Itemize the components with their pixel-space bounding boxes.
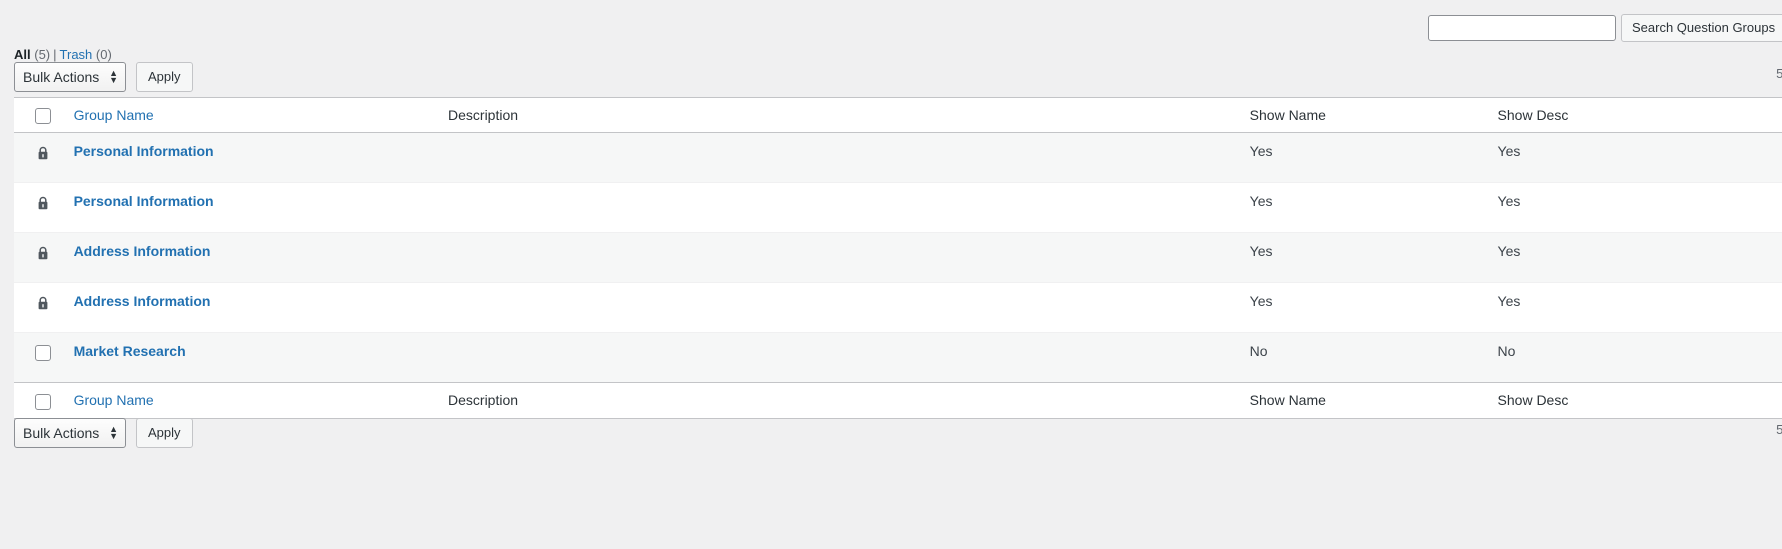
row-lock-cell xyxy=(14,233,64,283)
lock-icon xyxy=(35,145,51,161)
row-lock-cell xyxy=(14,283,64,333)
group-name-link[interactable]: Address Information xyxy=(74,243,211,259)
cell-group-name: Personal Information xyxy=(64,183,438,233)
select-all-checkbox-top[interactable] xyxy=(35,108,51,125)
select-all-checkbox-bottom[interactable] xyxy=(35,393,51,410)
group-name-link[interactable]: Address Information xyxy=(74,293,211,309)
sort-link-group-name-footer[interactable]: Group Name xyxy=(74,392,154,408)
cell-description xyxy=(438,133,1240,183)
view-count-all: (5) xyxy=(34,47,51,62)
bulk-action-select-wrap-top: Bulk Actions ▲ ▼ xyxy=(14,62,126,92)
lock-icon xyxy=(35,195,51,211)
table-row: Personal Information Yes Yes xyxy=(14,182,1782,233)
cell-show-name: Yes xyxy=(1249,293,1273,310)
bulk-apply-button-bottom[interactable]: Apply xyxy=(136,418,193,448)
cell-show-name: Yes xyxy=(1249,243,1273,260)
question-groups-table: Group Name Description Show Name Show De… xyxy=(14,97,1782,419)
bulk-action-select-bottom[interactable]: Bulk Actions xyxy=(14,418,126,448)
select-all-header-bottom xyxy=(14,382,64,419)
view-item-trash: Trash (0) xyxy=(60,47,112,62)
table-head: Group Name Description Show Name Show De… xyxy=(14,97,1782,133)
cell-show-desc: Yes xyxy=(1497,143,1521,160)
cell-group-name: Address Information xyxy=(64,283,438,333)
cell-group-name: Address Information xyxy=(64,233,438,283)
column-header-show-desc: Show Desc xyxy=(1487,97,1782,133)
table-row: Personal Information Yes Yes xyxy=(14,132,1782,183)
lock-icon xyxy=(35,245,51,261)
view-separator: | xyxy=(53,47,57,62)
bulk-action-select-wrap-bottom: Bulk Actions ▲ ▼ xyxy=(14,418,126,448)
displaying-num-top: 5 items xyxy=(1776,66,1782,81)
column-header-description: Description xyxy=(438,97,1240,133)
search-box: Search Question Groups xyxy=(1428,14,1782,42)
row-select-cell xyxy=(14,333,64,383)
cell-description xyxy=(438,333,1240,383)
cell-group-name: Personal Information xyxy=(64,133,438,183)
group-name-link[interactable]: Market Research xyxy=(74,343,186,359)
bulk-action-select-top[interactable]: Bulk Actions xyxy=(14,62,126,92)
view-link-trash[interactable]: Trash xyxy=(60,47,93,62)
tablenav-top: Bulk Actions ▲▼ Apply 5 items xyxy=(14,62,1782,92)
column-footer-group-name: Group Name xyxy=(63,382,439,419)
search-input[interactable] xyxy=(1428,15,1616,41)
column-footer-description: Description xyxy=(438,382,1240,419)
cell-description xyxy=(438,183,1240,233)
cell-show-desc: No xyxy=(1497,343,1516,360)
bulk-apply-button-top[interactable]: Apply xyxy=(136,62,193,92)
view-link-all[interactable]: All xyxy=(14,47,31,62)
table-row: Address Information Yes Yes xyxy=(14,232,1782,283)
cell-show-desc: Yes xyxy=(1497,193,1521,210)
cell-description xyxy=(438,283,1240,333)
sort-link-group-name[interactable]: Group Name xyxy=(74,107,154,123)
row-select-checkbox[interactable] xyxy=(35,344,51,361)
cell-group-name: Market Research xyxy=(64,333,438,383)
lock-icon xyxy=(35,295,51,311)
displaying-num-bottom: 5 items xyxy=(1776,422,1782,437)
view-count-trash: (0) xyxy=(95,47,112,62)
select-all-header-top xyxy=(14,97,64,133)
column-footer-show-name: Show Name xyxy=(1239,382,1488,419)
column-header-show-name: Show Name xyxy=(1239,97,1488,133)
group-name-link[interactable]: Personal Information xyxy=(74,193,214,209)
cell-show-name: Yes xyxy=(1249,193,1273,210)
column-header-group-name: Group Name xyxy=(63,97,439,133)
table-body: Personal Information Yes Yes Personal Infor… xyxy=(14,132,1782,383)
table-footer-row: Group Name Description Show Name Show De… xyxy=(14,382,1782,419)
group-name-link[interactable]: Personal Information xyxy=(74,143,214,159)
bulk-actions-bottom: Bulk Actions ▲ ▼ Apply xyxy=(14,418,193,448)
table-foot: Group Name Description Show Name Show De… xyxy=(14,382,1782,419)
column-footer-show-desc: Show Desc xyxy=(1487,382,1782,419)
table-row: Market Research No No xyxy=(14,332,1782,383)
question-groups-page: Search Question Groups All (5) | Trash (0)… xyxy=(0,0,1782,549)
cell-description xyxy=(438,233,1240,283)
tablenav-bottom: Bulk Actions ▲▼ Apply 5 items xyxy=(14,418,1782,448)
table-row: Address Information Yes Yes xyxy=(14,282,1782,333)
cell-show-desc: Yes xyxy=(1497,293,1521,310)
bulk-actions-top: Bulk Actions ▲ ▼ Apply xyxy=(14,62,193,92)
view-item-all: All (5) | xyxy=(14,47,60,62)
row-lock-cell xyxy=(14,183,64,233)
cell-show-name: No xyxy=(1249,343,1268,360)
search-submit-button[interactable]: Search Question Groups xyxy=(1621,14,1782,42)
cell-show-name: Yes xyxy=(1249,143,1273,160)
cell-show-desc: Yes xyxy=(1497,243,1521,260)
table-header-row: Group Name Description Show Name Show De… xyxy=(14,97,1782,133)
row-lock-cell xyxy=(14,133,64,183)
